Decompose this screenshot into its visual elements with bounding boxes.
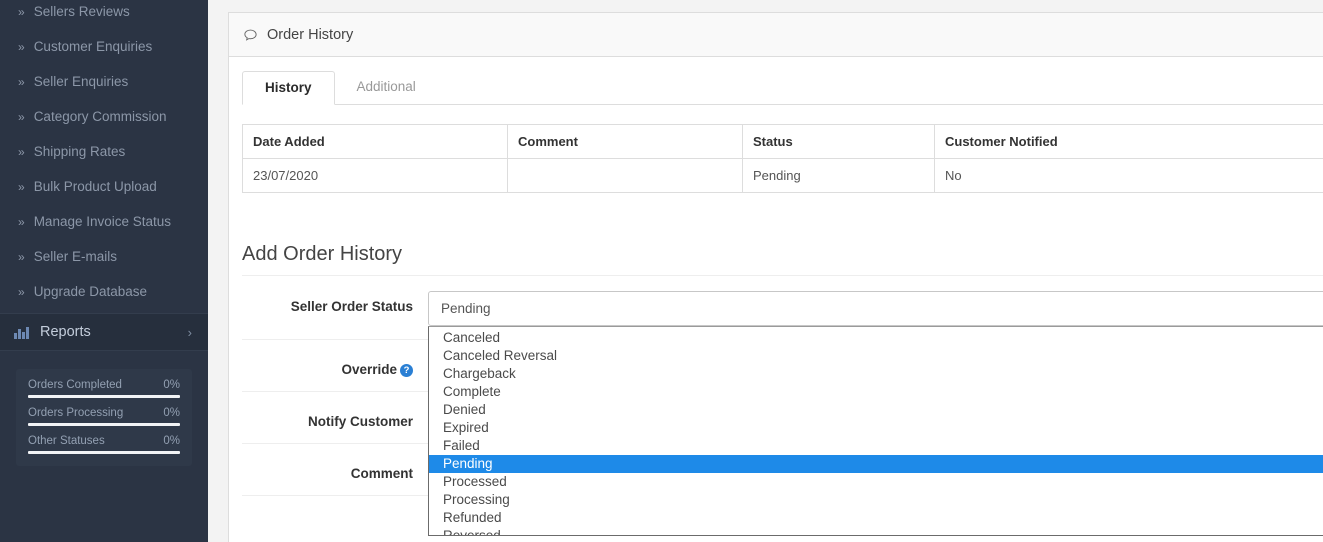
chevron-double-right-icon: » xyxy=(18,39,25,54)
progress-track xyxy=(28,451,180,454)
cell-comment xyxy=(507,158,743,193)
sidebar-item-bulk-product-upload[interactable]: » Bulk Product Upload xyxy=(0,169,208,204)
chevron-right-icon: › xyxy=(187,324,192,340)
table-header: Date Added Comment Status Customer Notif… xyxy=(242,124,1323,159)
sidebar: » Sellers Reviews » Customer Enquiries »… xyxy=(0,0,208,542)
chevron-double-right-icon: » xyxy=(18,249,25,264)
stat-percent: 0% xyxy=(163,407,180,419)
chevron-double-right-icon: » xyxy=(18,144,25,159)
sidebar-item-shipping-rates[interactable]: » Shipping Rates xyxy=(0,134,208,169)
order-history-table: Date Added Comment Status Customer Notif… xyxy=(242,124,1323,193)
stat-label: Orders Processing xyxy=(28,407,124,419)
main-content: Order History History Additional Date Ad… xyxy=(208,0,1323,542)
sidebar-item-label: Upgrade Database xyxy=(33,284,148,299)
progress-track xyxy=(28,423,180,426)
stat-other-statuses: Other Statuses 0% xyxy=(28,435,180,454)
order-history-panel: Order History History Additional Date Ad… xyxy=(228,12,1323,542)
dropdown-option[interactable]: Chargeback xyxy=(429,365,1323,383)
seller-order-status-control: Pending Canceled Canceled Reversal Charg… xyxy=(428,291,1323,536)
add-order-history-form: Seller Order Status Pending Canceled Can… xyxy=(242,277,1323,536)
cell-customer-notified: No xyxy=(934,158,1323,193)
dropdown-option[interactable]: Canceled Reversal xyxy=(429,347,1323,365)
label-seller-order-status: Seller Order Status xyxy=(290,299,413,314)
tab-history[interactable]: History xyxy=(242,71,335,105)
column-header-customer-notified: Customer Notified xyxy=(934,124,1323,159)
chevron-double-right-icon: » xyxy=(18,179,25,194)
table-header-row: Date Added Comment Status Customer Notif… xyxy=(242,124,1323,159)
progress-track xyxy=(28,395,180,398)
column-header-status: Status xyxy=(742,124,935,159)
page-root: » Sellers Reviews » Customer Enquiries »… xyxy=(0,0,1323,542)
sidebar-item-seller-emails[interactable]: » Seller E-mails xyxy=(0,239,208,274)
cell-date-added: 23/07/2020 xyxy=(242,158,508,193)
results-summary: Showing 1 to 1 of 1 (1 Pages) xyxy=(242,209,1323,223)
dropdown-option[interactable]: Reversed xyxy=(429,527,1323,535)
sidebar-item-upgrade-database[interactable]: » Upgrade Database xyxy=(0,274,208,309)
sidebar-nav-list: » Sellers Reviews » Customer Enquiries »… xyxy=(0,0,208,309)
reports-stats-card: Orders Completed 0% Orders Processing 0% xyxy=(16,369,192,466)
sidebar-item-reports[interactable]: Reports › xyxy=(0,313,208,351)
tab-additional[interactable]: Additional xyxy=(335,71,438,104)
panel-body: History Additional Date Added Comment St… xyxy=(229,57,1323,536)
stat-orders-completed: Orders Completed 0% xyxy=(28,379,180,398)
sidebar-item-category-commission[interactable]: » Category Commission xyxy=(0,99,208,134)
dropdown-option[interactable]: Processing xyxy=(429,491,1323,509)
dropdown-option[interactable]: Canceled xyxy=(429,329,1323,347)
seller-order-status-select[interactable]: Pending xyxy=(428,291,1323,326)
sidebar-item-label: Sellers Reviews xyxy=(33,4,130,19)
label-comment: Comment xyxy=(350,466,413,481)
sidebar-item-seller-enquiries[interactable]: » Seller Enquiries xyxy=(0,64,208,99)
stat-orders-processing: Orders Processing 0% xyxy=(28,407,180,426)
sidebar-item-label: Manage Invoice Status xyxy=(33,214,172,229)
chevron-double-right-icon: » xyxy=(18,109,25,124)
dropdown-option[interactable]: Denied xyxy=(429,401,1323,419)
sidebar-item-label: Shipping Rates xyxy=(33,144,126,159)
chevron-double-right-icon: » xyxy=(18,284,25,299)
dropdown-option[interactable]: Expired xyxy=(429,419,1323,437)
column-header-comment: Comment xyxy=(507,124,743,159)
dropdown-option[interactable]: Failed xyxy=(429,437,1323,455)
stat-percent: 0% xyxy=(163,435,180,447)
sidebar-item-label: Reports xyxy=(40,324,91,340)
sidebar-item-label: Seller E-mails xyxy=(33,249,117,264)
sidebar-item-manage-invoice-status[interactable]: » Manage Invoice Status xyxy=(0,204,208,239)
stat-label: Other Statuses xyxy=(28,435,105,447)
cell-status: Pending xyxy=(742,158,935,193)
label-text: Override xyxy=(341,362,397,377)
dropdown-option[interactable]: Refunded xyxy=(429,509,1323,527)
sidebar-item-label: Bulk Product Upload xyxy=(33,179,157,194)
add-order-history-title: Add Order History xyxy=(242,243,1323,276)
seller-order-status-dropdown[interactable]: Canceled Canceled Reversal Chargeback Co… xyxy=(428,326,1323,536)
tab-bar: History Additional xyxy=(242,71,1323,105)
table-row: 23/07/2020 Pending No xyxy=(242,158,1323,193)
form-row-seller-order-status: Seller Order Status Pending Canceled Can… xyxy=(242,277,1323,536)
table-body: 23/07/2020 Pending No xyxy=(242,158,1323,193)
chevron-double-right-icon: » xyxy=(18,4,25,19)
chevron-double-right-icon: » xyxy=(18,74,25,89)
dropdown-option[interactable]: Processed xyxy=(429,473,1323,491)
chevron-double-right-icon: » xyxy=(18,214,25,229)
dropdown-option-selected[interactable]: Pending xyxy=(429,455,1323,473)
panel-header: Order History xyxy=(229,13,1323,57)
sidebar-item-sellers-reviews[interactable]: » Sellers Reviews xyxy=(0,0,208,29)
label-override: Override? xyxy=(242,354,428,378)
stat-label: Orders Completed xyxy=(28,379,122,391)
column-header-date-added: Date Added xyxy=(242,124,508,159)
dropdown-option[interactable]: Complete xyxy=(429,383,1323,401)
help-circle-icon[interactable]: ? xyxy=(400,364,413,377)
stat-percent: 0% xyxy=(163,379,180,391)
page-title: Order History xyxy=(267,26,354,43)
sidebar-item-label: Customer Enquiries xyxy=(33,39,153,54)
label-notify-customer: Notify Customer xyxy=(307,414,413,429)
sidebar-item-label: Seller Enquiries xyxy=(33,74,129,89)
sidebar-item-label: Category Commission xyxy=(33,109,167,124)
sidebar-item-customer-enquiries[interactable]: » Customer Enquiries xyxy=(0,29,208,64)
comment-bubble-icon xyxy=(243,28,258,43)
select-selected-value: Pending xyxy=(441,301,491,316)
bar-chart-icon xyxy=(14,325,30,339)
